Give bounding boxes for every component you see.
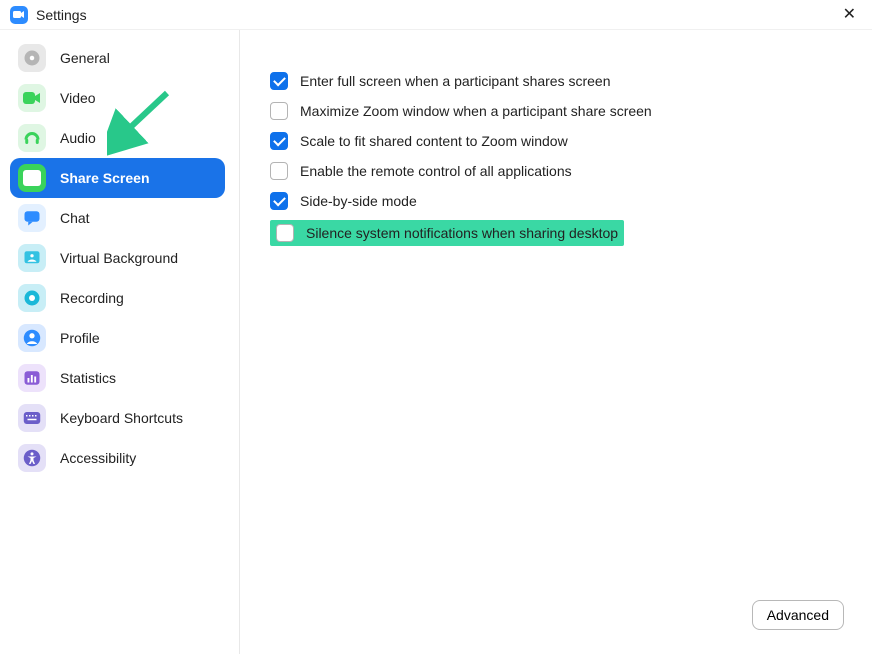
checkbox[interactable] [276, 224, 294, 242]
checkbox[interactable] [270, 192, 288, 210]
chat-icon [18, 204, 46, 232]
sidebar-item-label: Chat [60, 210, 90, 226]
option-row: Enter full screen when a participant sha… [270, 66, 862, 96]
general-icon [18, 44, 46, 72]
option-label: Enter full screen when a participant sha… [300, 73, 611, 89]
option-label: Scale to fit shared content to Zoom wind… [300, 133, 568, 149]
advanced-button[interactable]: Advanced [752, 600, 844, 630]
sidebar-item-label: Accessibility [60, 450, 136, 466]
sidebar-item-virtual-background[interactable]: Virtual Background [10, 238, 225, 278]
sidebar-item-label: Recording [60, 290, 124, 306]
stats-icon [18, 364, 46, 392]
option-label: Side-by-side mode [300, 193, 417, 209]
recording-icon [18, 284, 46, 312]
content-pane: Enter full screen when a participant sha… [240, 30, 872, 654]
sidebar-item-label: Statistics [60, 370, 116, 386]
sidebar-item-recording[interactable]: Recording [10, 278, 225, 318]
close-icon[interactable]: ✕ [837, 3, 862, 27]
option-row: Maximize Zoom window when a participant … [270, 96, 862, 126]
option-row: Enable the remote control of all applica… [270, 156, 862, 186]
highlighted-option: Silence system notifications when sharin… [270, 220, 624, 246]
option-label: Maximize Zoom window when a participant … [300, 103, 652, 119]
sidebar-item-audio[interactable]: Audio [10, 118, 225, 158]
accessibility-icon [18, 444, 46, 472]
option-row: Side-by-side mode [270, 186, 862, 216]
profile-icon [18, 324, 46, 352]
titlebar-left: Settings [10, 6, 87, 24]
sidebar-item-video[interactable]: Video [10, 78, 225, 118]
option-label: Enable the remote control of all applica… [300, 163, 572, 179]
audio-icon [18, 124, 46, 152]
sidebar-item-chat[interactable]: Chat [10, 198, 225, 238]
window-title: Settings [36, 7, 87, 23]
sidebar-item-label: Keyboard Shortcuts [60, 410, 183, 426]
option-row: Scale to fit shared content to Zoom wind… [270, 126, 862, 156]
vbg-icon [18, 244, 46, 272]
sidebar-item-label: Share Screen [60, 170, 150, 186]
sidebar-item-label: General [60, 50, 110, 66]
keyboard-icon [18, 404, 46, 432]
option-label: Silence system notifications when sharin… [306, 225, 618, 241]
zoom-app-icon [10, 6, 28, 24]
checkbox[interactable] [270, 132, 288, 150]
sidebar-item-profile[interactable]: Profile [10, 318, 225, 358]
checkbox[interactable] [270, 102, 288, 120]
titlebar: Settings ✕ [0, 0, 872, 30]
sidebar-item-keyboard-shortcuts[interactable]: Keyboard Shortcuts [10, 398, 225, 438]
sidebar: General Video Audio Share Screen Chat Virtual… [0, 30, 240, 654]
checkbox[interactable] [270, 72, 288, 90]
sidebar-item-accessibility[interactable]: Accessibility [10, 438, 225, 478]
main: General Video Audio Share Screen Chat Virtual… [0, 30, 872, 654]
share-icon [18, 164, 46, 192]
sidebar-item-label: Profile [60, 330, 100, 346]
sidebar-item-share-screen[interactable]: Share Screen [10, 158, 225, 198]
sidebar-item-statistics[interactable]: Statistics [10, 358, 225, 398]
sidebar-item-general[interactable]: General [10, 38, 225, 78]
video-icon [18, 84, 46, 112]
sidebar-item-label: Audio [60, 130, 96, 146]
sidebar-item-label: Virtual Background [60, 250, 178, 266]
checkbox[interactable] [270, 162, 288, 180]
sidebar-item-label: Video [60, 90, 96, 106]
